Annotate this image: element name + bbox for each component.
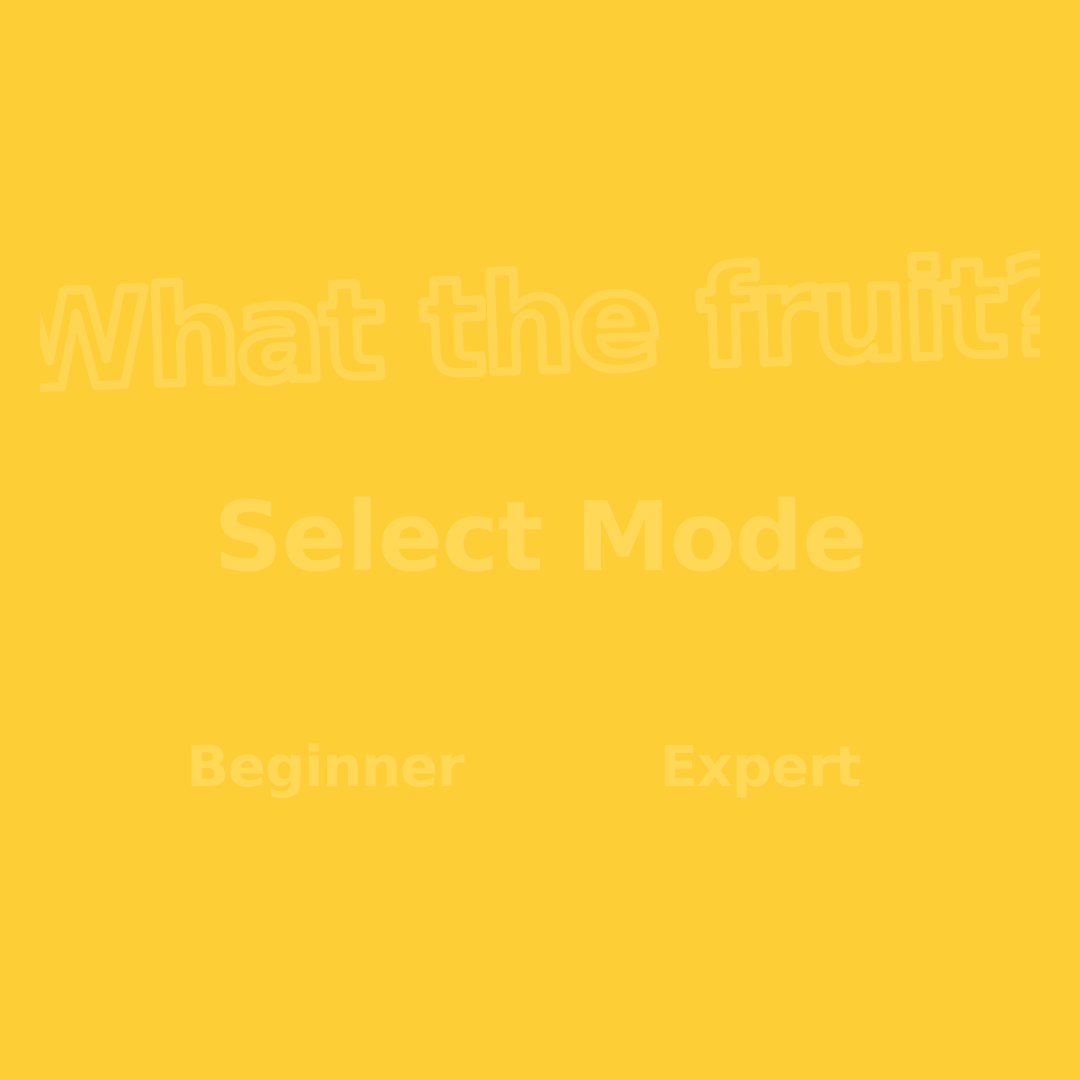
game-logo-graphic: What the fruit? <box>40 225 1040 425</box>
beginner-mode-button[interactable]: Beginner <box>170 728 480 808</box>
game-title: What the fruit? <box>40 229 1040 420</box>
expert-mode-button[interactable]: Expert <box>630 728 890 808</box>
game-logo: What the fruit? <box>40 225 1040 425</box>
mode-select-screen: What the fruit? Select Mode Beginner Exp… <box>0 0 1080 1080</box>
select-mode-heading: Select Mode <box>213 481 868 593</box>
